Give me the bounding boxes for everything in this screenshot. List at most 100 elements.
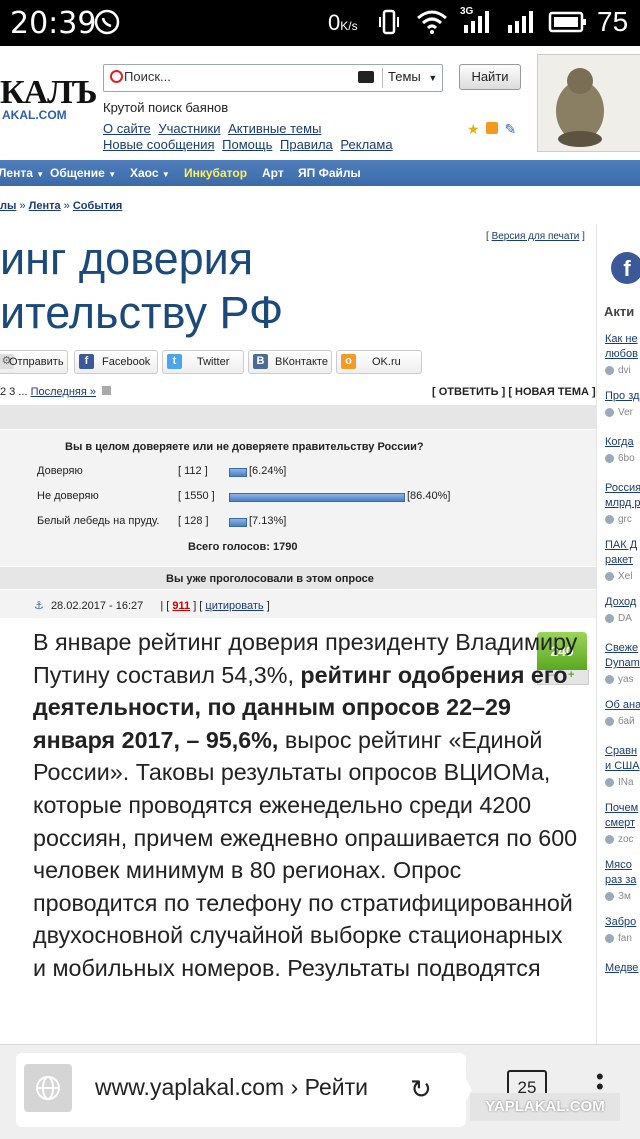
nav-art[interactable]: Арт	[262, 166, 284, 180]
chevron-down-icon: ▼	[36, 170, 45, 179]
search-scope-select[interactable]: Темы ▼	[388, 69, 437, 84]
link-rules[interactable]: Правила	[280, 137, 333, 152]
poll-option-bar	[229, 493, 405, 502]
poll-option-label: Белый лебедь на пруду.	[37, 515, 160, 527]
user-icon	[605, 716, 614, 726]
sidebar-topic-link[interactable]: Забро	[605, 915, 636, 930]
sidebar-topic-author[interactable]: бай	[605, 716, 635, 727]
print-version-link[interactable]: [ Версия для печати ]	[486, 231, 585, 242]
sidebar-topic-author[interactable]: zoc	[605, 834, 634, 845]
sidebar-topic-author[interactable]: 6bo	[605, 453, 635, 464]
page-links[interactable]: 2 3 ...	[0, 386, 28, 398]
search-box[interactable]: Поиск... Темы ▼	[103, 64, 443, 92]
new-topic-button[interactable]: [ НОВАЯ ТЕМА ]	[508, 386, 595, 398]
globe-icon	[24, 1064, 72, 1112]
facebook-icon[interactable]: f	[611, 252, 640, 284]
rss-icon[interactable]	[486, 122, 499, 134]
sidebar-topic-link[interactable]: Когда	[605, 435, 634, 450]
sidebar-topic-link[interactable]: ПАК Дракет	[605, 538, 637, 568]
signal-3g-icon	[464, 11, 489, 33]
user-icon	[605, 777, 614, 787]
user-icon	[605, 514, 614, 524]
poll-total: Всего голосов: 1790	[188, 541, 298, 553]
facebook-icon: f	[79, 354, 94, 369]
reload-icon[interactable]: ↻	[410, 1074, 432, 1105]
status-time: 20:39	[10, 6, 97, 41]
sidebar-topic-author[interactable]: DA	[605, 613, 632, 624]
sidebar-topic-link[interactable]: Доход	[605, 595, 636, 610]
poll-option-bar	[229, 518, 247, 527]
post-date: 28.02.2017 - 16:27	[50, 600, 144, 612]
post-number-link[interactable]: 911	[172, 600, 190, 612]
poll-question: Вы в целом доверяете или не доверяете пр…	[65, 441, 424, 453]
sidebar-topic-link[interactable]: Сравн и США	[605, 744, 640, 774]
battery-icon	[548, 11, 586, 33]
sidebar-topic-link[interactable]: Как не любов	[605, 332, 638, 362]
nav-files[interactable]: ЯП Файлы	[298, 166, 361, 180]
camera-icon[interactable]	[358, 71, 374, 83]
whatsapp-icon	[94, 9, 120, 35]
url-text[interactable]: www.yaplakal.com › Рейти	[95, 1074, 395, 1101]
nav-chaos[interactable]: Хаос ▼	[130, 166, 170, 180]
sidebar-topic-author[interactable]: grc	[605, 514, 632, 525]
link-about[interactable]: О сайте	[103, 121, 151, 136]
page-title: инг доверия ительству РФ	[0, 233, 284, 338]
link-ads[interactable]: Реклама	[340, 137, 392, 152]
poll-header-band	[0, 405, 596, 429]
star-icon[interactable]: ★	[467, 121, 480, 137]
link-members[interactable]: Участники	[158, 121, 220, 136]
sidebar-topic-link[interactable]: Медве	[605, 961, 638, 976]
sidebar-topic-author[interactable]: Ver	[605, 407, 633, 418]
vibrate-icon	[379, 9, 399, 35]
nav-incubator[interactable]: Инкубатор	[184, 166, 247, 180]
sidebar-topic-link[interactable]: Про зд	[605, 389, 639, 404]
net-speed: 0K/s	[328, 10, 358, 35]
breadcrumb-feed[interactable]: Лента	[29, 200, 61, 212]
link-new-messages[interactable]: Новые сообщения	[103, 137, 215, 152]
poll-option-pct: [86.40%]	[407, 490, 451, 502]
sidebar-topic-author[interactable]: Зм	[605, 891, 631, 902]
vk-icon: B	[253, 354, 268, 369]
address-bar-arrow	[452, 1053, 472, 1127]
search-input[interactable]: Поиск...	[124, 69, 171, 84]
breadcrumb-events[interactable]: События	[73, 200, 122, 212]
sidebar-topic-link[interactable]: Почем смерт	[605, 801, 638, 831]
signal-icon	[508, 11, 533, 33]
last-page-link[interactable]: Последняя »	[31, 386, 96, 398]
sidebar-topic-author[interactable]: yas	[605, 674, 634, 685]
reply-button[interactable]: [ ОТВЕТИТЬ ]	[432, 386, 505, 398]
poll-option-label: Доверяю	[37, 465, 83, 477]
pencil-icon[interactable]: ✎	[504, 121, 516, 137]
anchor-icon[interactable]: ⚓	[34, 600, 44, 612]
user-icon	[605, 933, 614, 943]
sidebar-topic-link[interactable]: Свеже Dynam	[605, 641, 640, 671]
status-bar: 20:39 0K/s 3G 75	[0, 0, 640, 46]
nav-feed[interactable]: Лента ▼	[0, 166, 44, 180]
sidebar-topic-link[interactable]: Об ана	[605, 698, 640, 713]
user-icon	[605, 571, 614, 581]
sidebar-topic-link[interactable]: Россия млрд р	[605, 481, 640, 511]
poll-option-pct: [6.24%]	[249, 465, 287, 477]
page-jump-icon[interactable]	[102, 386, 112, 395]
link-help[interactable]: Помощь	[222, 137, 272, 152]
sidebar-topic-link[interactable]: Мясо раз за	[605, 858, 636, 888]
sidebar-topic-author[interactable]: fan	[605, 933, 632, 944]
share-ok-button[interactable]: o OK.ru	[336, 350, 422, 374]
sidebar-topic-author[interactable]: INa	[605, 777, 634, 788]
search-button[interactable]: Найти	[459, 64, 521, 90]
sidebar-topic-author[interactable]: Xel	[605, 571, 632, 582]
sidebar-topic-author[interactable]: dvi	[605, 365, 631, 376]
share-facebook-button[interactable]: f Facebook	[74, 350, 158, 374]
share-twitter-button[interactable]: t Twitter	[162, 350, 244, 374]
quote-link[interactable]: цитировать	[205, 600, 263, 612]
breadcrumb-root[interactable]: лы	[0, 200, 16, 212]
share-vk-button[interactable]: B ВКонтакте	[248, 350, 332, 374]
nav-talk[interactable]: Общение ▼	[50, 166, 116, 180]
link-active-topics[interactable]: Активные темы	[228, 121, 321, 136]
pagination: 2 3 ... Последняя »	[0, 386, 112, 398]
main-nav: Лента ▼ Общение ▼ Хаос ▼ Инкубатор Арт Я…	[0, 160, 640, 186]
site-logo[interactable]: КАЛЪ	[0, 74, 98, 112]
share-send-button[interactable]: ⚙ Отправить	[0, 350, 68, 374]
user-avatar[interactable]	[537, 54, 640, 152]
odnoklassniki-icon: o	[341, 354, 356, 369]
